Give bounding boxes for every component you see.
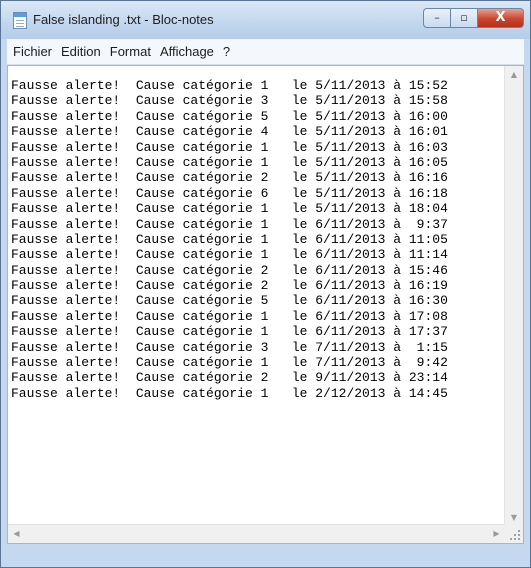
menu-help[interactable]: ?	[219, 44, 234, 59]
text-line: Fausse alerte! Cause catégorie 1 le 6/11…	[11, 247, 448, 263]
text-line: Fausse alerte! Cause catégorie 3 le 5/11…	[11, 93, 448, 109]
size-grip-icon[interactable]	[505, 525, 523, 543]
text-line: Fausse alerte! Cause catégorie 2 le 9/11…	[11, 370, 448, 386]
arrow-down-icon[interactable]: ▼	[505, 509, 523, 526]
text-line: Fausse alerte! Cause catégorie 5 le 5/11…	[11, 108, 448, 124]
notepad-window: False islanding .txt - Bloc-notes – ▫ X …	[0, 0, 531, 568]
text-line: Fausse alerte! Cause catégorie 4 le 5/11…	[11, 124, 448, 140]
text-line: Fausse alerte! Cause catégorie 1 le 5/11…	[11, 154, 448, 170]
text-content[interactable]: Fausse alerte! Cause catégorie 1 le 5/11…	[8, 66, 505, 526]
vertical-scrollbar[interactable]: ▲ ▼	[504, 66, 523, 526]
menu-fichier[interactable]: Fichier	[9, 44, 56, 59]
minimize-button[interactable]: –	[423, 8, 451, 28]
menu-bar: Fichier Edition Format Affichage ?	[7, 39, 524, 65]
menu-affichage[interactable]: Affichage	[156, 44, 218, 59]
arrow-right-icon[interactable]: ▶	[488, 525, 505, 543]
text-line: Fausse alerte! Cause catégorie 1 le 5/11…	[11, 201, 448, 217]
arrow-up-icon[interactable]: ▲	[505, 66, 523, 83]
window-title: False islanding .txt - Bloc-notes	[33, 12, 214, 27]
menu-format[interactable]: Format	[106, 44, 155, 59]
text-line: Fausse alerte! Cause catégorie 2 le 5/11…	[11, 170, 448, 186]
maximize-button[interactable]: ▫	[451, 8, 478, 28]
text-line: Fausse alerte! Cause catégorie 1 le 6/11…	[11, 216, 448, 232]
text-line: Fausse alerte! Cause catégorie 1 le 7/11…	[11, 355, 448, 371]
text-line: Fausse alerte! Cause catégorie 6 le 5/11…	[11, 185, 448, 201]
close-button[interactable]: X	[478, 8, 524, 28]
caption-buttons: – ▫ X	[423, 8, 524, 28]
arrow-left-icon[interactable]: ◀	[8, 525, 25, 543]
text-editor[interactable]: Fausse alerte! Cause catégorie 1 le 5/11…	[7, 65, 524, 544]
text-line: Fausse alerte! Cause catégorie 2 le 6/11…	[11, 278, 448, 294]
text-line: Fausse alerte! Cause catégorie 1 le 6/11…	[11, 308, 448, 324]
text-line: Fausse alerte! Cause catégorie 3 le 7/11…	[11, 339, 448, 355]
horizontal-scrollbar[interactable]: ◀ ▶	[8, 524, 505, 543]
text-line: Fausse alerte! Cause catégorie 2 le 6/11…	[11, 262, 448, 278]
text-line: Fausse alerte! Cause catégorie 1 le 6/11…	[11, 231, 448, 247]
text-line: Fausse alerte! Cause catégorie 1 le 5/11…	[11, 139, 448, 155]
text-line: Fausse alerte! Cause catégorie 1 le 5/11…	[11, 78, 448, 93]
menu-edition[interactable]: Edition	[57, 44, 105, 59]
text-line: Fausse alerte! Cause catégorie 5 le 6/11…	[11, 293, 448, 309]
notepad-icon[interactable]	[13, 12, 27, 29]
title-bar[interactable]: False islanding .txt - Bloc-notes – ▫ X	[1, 1, 530, 39]
text-line: Fausse alerte! Cause catégorie 1 le 6/11…	[11, 324, 448, 340]
text-line: Fausse alerte! Cause catégorie 1 le 2/12…	[11, 385, 448, 401]
